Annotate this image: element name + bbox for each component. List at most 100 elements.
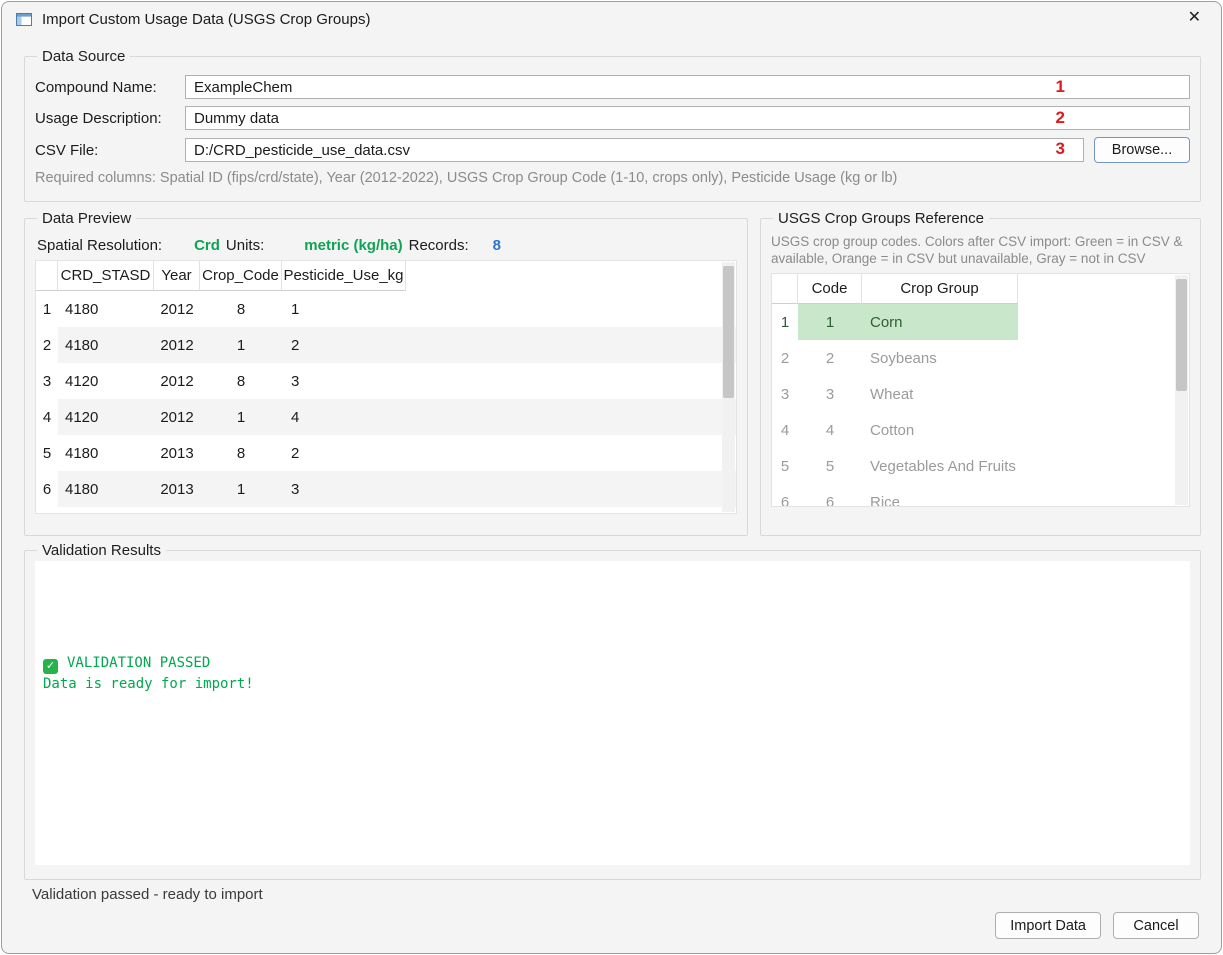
- cell-crop-code: 8: [200, 363, 282, 399]
- browse-button[interactable]: Browse...: [1094, 137, 1190, 163]
- crop-group-row-rice[interactable]: 6 6 Rice: [772, 484, 1189, 507]
- preview-table-header: CRD_STASD Year Crop_Code Pesticide_Use_k…: [36, 261, 736, 291]
- table-row[interactable]: 6 4180 2013 1 3: [36, 471, 736, 507]
- required-columns-hint: Required columns: Spatial ID (fips/crd/s…: [35, 170, 1190, 186]
- cell-crop-code: 1: [200, 327, 282, 363]
- table-row[interactable]: 3 4120 2012 8 3: [36, 363, 736, 399]
- preview-stats: Spatial Resolution: Crd Units: metric (k…: [37, 237, 735, 254]
- validation-results-group: Validation Results ✓ VALIDATION PASSED Da…: [24, 542, 1201, 880]
- annotation-number-3: 3: [1056, 139, 1065, 159]
- scrollbar-thumb[interactable]: [723, 266, 734, 398]
- units-label: Units:: [226, 237, 264, 254]
- validation-output-area: ✓ VALIDATION PASSED Data is ready for imp…: [35, 561, 1190, 865]
- crop-groups-reference-legend: USGS Crop Groups Reference: [773, 210, 989, 227]
- row-number: 2: [772, 340, 798, 376]
- cell-crd-stasd: 4180: [58, 327, 154, 363]
- validation-results-legend: Validation Results: [37, 542, 166, 559]
- cell-year: 2013: [154, 435, 200, 471]
- cell-code: 3: [798, 376, 862, 412]
- crop-group-row-wheat[interactable]: 3 3 Wheat: [772, 376, 1189, 412]
- row-number: 4: [36, 399, 58, 435]
- cell-code: 5: [798, 448, 862, 484]
- cell-crd-stasd: 4180: [58, 291, 154, 327]
- usage-description-row: Usage Description: 2: [35, 106, 1190, 130]
- usage-description-input[interactable]: [185, 106, 1190, 130]
- row-number: 5: [772, 448, 798, 484]
- validation-passed-text: VALIDATION PASSED: [67, 655, 210, 671]
- cell-pesticide-use: 1: [282, 291, 406, 327]
- cell-pesticide-use: 2: [282, 435, 406, 471]
- data-preview-group: Data Preview Spatial Resolution: Crd Uni…: [24, 210, 748, 536]
- cell-pesticide-use: 3: [282, 471, 406, 507]
- crop-groups-reference-group: USGS Crop Groups Reference USGS crop gro…: [760, 210, 1201, 536]
- cell-code: 2: [798, 340, 862, 376]
- cell-year: 2013: [154, 471, 200, 507]
- crop-groups-table-header: Code Crop Group: [772, 274, 1189, 304]
- preview-vertical-scrollbar[interactable]: [722, 262, 735, 512]
- records-value: 8: [493, 237, 501, 254]
- records-label: Records:: [409, 237, 469, 254]
- cell-code: 6: [798, 484, 862, 507]
- preview-table: CRD_STASD Year Crop_Code Pesticide_Use_k…: [35, 260, 737, 514]
- validation-ready-text: Data is ready for import!: [43, 674, 254, 695]
- crop-group-row-cotton[interactable]: 4 4 Cotton: [772, 412, 1189, 448]
- row-number: 6: [36, 471, 58, 507]
- column-header-crd-stasd[interactable]: CRD_STASD: [58, 261, 154, 291]
- cell-year: 2012: [154, 291, 200, 327]
- column-header-code[interactable]: Code: [798, 274, 862, 304]
- annotation-number-2: 2: [1056, 108, 1065, 128]
- column-header-crop-code[interactable]: Crop_Code: [200, 261, 282, 291]
- corner-header-cell: [772, 274, 798, 304]
- cell-crd-stasd: 4180: [58, 435, 154, 471]
- cancel-button[interactable]: Cancel: [1113, 912, 1199, 939]
- annotation-number-1: 1: [1056, 77, 1065, 97]
- import-dialog-window: Import Custom Usage Data (USGS Crop Grou…: [1, 1, 1222, 954]
- data-source-group: Data Source Compound Name: 1 Usage Descr…: [24, 48, 1201, 202]
- import-data-button[interactable]: Import Data: [995, 912, 1101, 939]
- cell-crop-code: 1: [200, 471, 282, 507]
- cell-crop-group: Rice: [862, 484, 1018, 507]
- csv-file-input[interactable]: [185, 138, 1084, 162]
- row-number: 1: [36, 291, 58, 327]
- check-icon: ✓: [43, 659, 58, 674]
- crop-group-row-corn[interactable]: 1 1 Corn: [772, 304, 1189, 340]
- table-row[interactable]: 1 4180 2012 8 1: [36, 291, 736, 327]
- units-value: metric (kg/ha): [304, 237, 402, 254]
- row-number: 2: [36, 327, 58, 363]
- cell-code: 1: [798, 304, 862, 340]
- data-source-legend: Data Source: [37, 48, 130, 65]
- crop-group-row-soybeans[interactable]: 2 2 Soybeans: [772, 340, 1189, 376]
- crop-group-row-vegetables-and-fruits[interactable]: 5 5 Vegetables And Fruits: [772, 448, 1189, 484]
- close-icon[interactable]: ✕: [1188, 10, 1201, 26]
- scrollbar-thumb[interactable]: [1176, 279, 1187, 391]
- window-title: Import Custom Usage Data (USGS Crop Grou…: [42, 11, 370, 28]
- column-header-crop-group[interactable]: Crop Group: [862, 274, 1018, 304]
- cell-pesticide-use: 3: [282, 363, 406, 399]
- compound-name-input[interactable]: [185, 75, 1190, 99]
- app-icon: [16, 13, 32, 26]
- cell-year: 2012: [154, 399, 200, 435]
- cell-crd-stasd: 4120: [58, 363, 154, 399]
- cell-crop-group: Soybeans: [862, 340, 1018, 376]
- reference-vertical-scrollbar[interactable]: [1175, 275, 1188, 505]
- row-number: 1: [772, 304, 798, 340]
- column-header-year[interactable]: Year: [154, 261, 200, 291]
- table-row[interactable]: 2 4180 2012 1 2: [36, 327, 736, 363]
- title-bar: Import Custom Usage Data (USGS Crop Grou…: [2, 2, 1221, 36]
- cell-crop-group: Wheat: [862, 376, 1018, 412]
- cell-pesticide-use: 2: [282, 327, 406, 363]
- cell-crop-code: 8: [200, 435, 282, 471]
- csv-file-row: CSV File: Browse... 3: [35, 137, 1190, 163]
- cell-crop-group: Cotton: [862, 412, 1018, 448]
- cell-year: 2012: [154, 327, 200, 363]
- corner-header-cell: [36, 261, 58, 291]
- status-bar-text: Validation passed - ready to import: [32, 886, 263, 903]
- table-row[interactable]: 5 4180 2013 8 2: [36, 435, 736, 471]
- table-row[interactable]: 4 4120 2012 1 4: [36, 399, 736, 435]
- spatial-resolution-value: Crd: [194, 237, 220, 254]
- column-header-pesticide-use[interactable]: Pesticide_Use_kg: [282, 261, 406, 291]
- header-filler: [1018, 274, 1189, 304]
- row-number: 5: [36, 435, 58, 471]
- cell-crd-stasd: 4120: [58, 399, 154, 435]
- data-preview-legend: Data Preview: [37, 210, 136, 227]
